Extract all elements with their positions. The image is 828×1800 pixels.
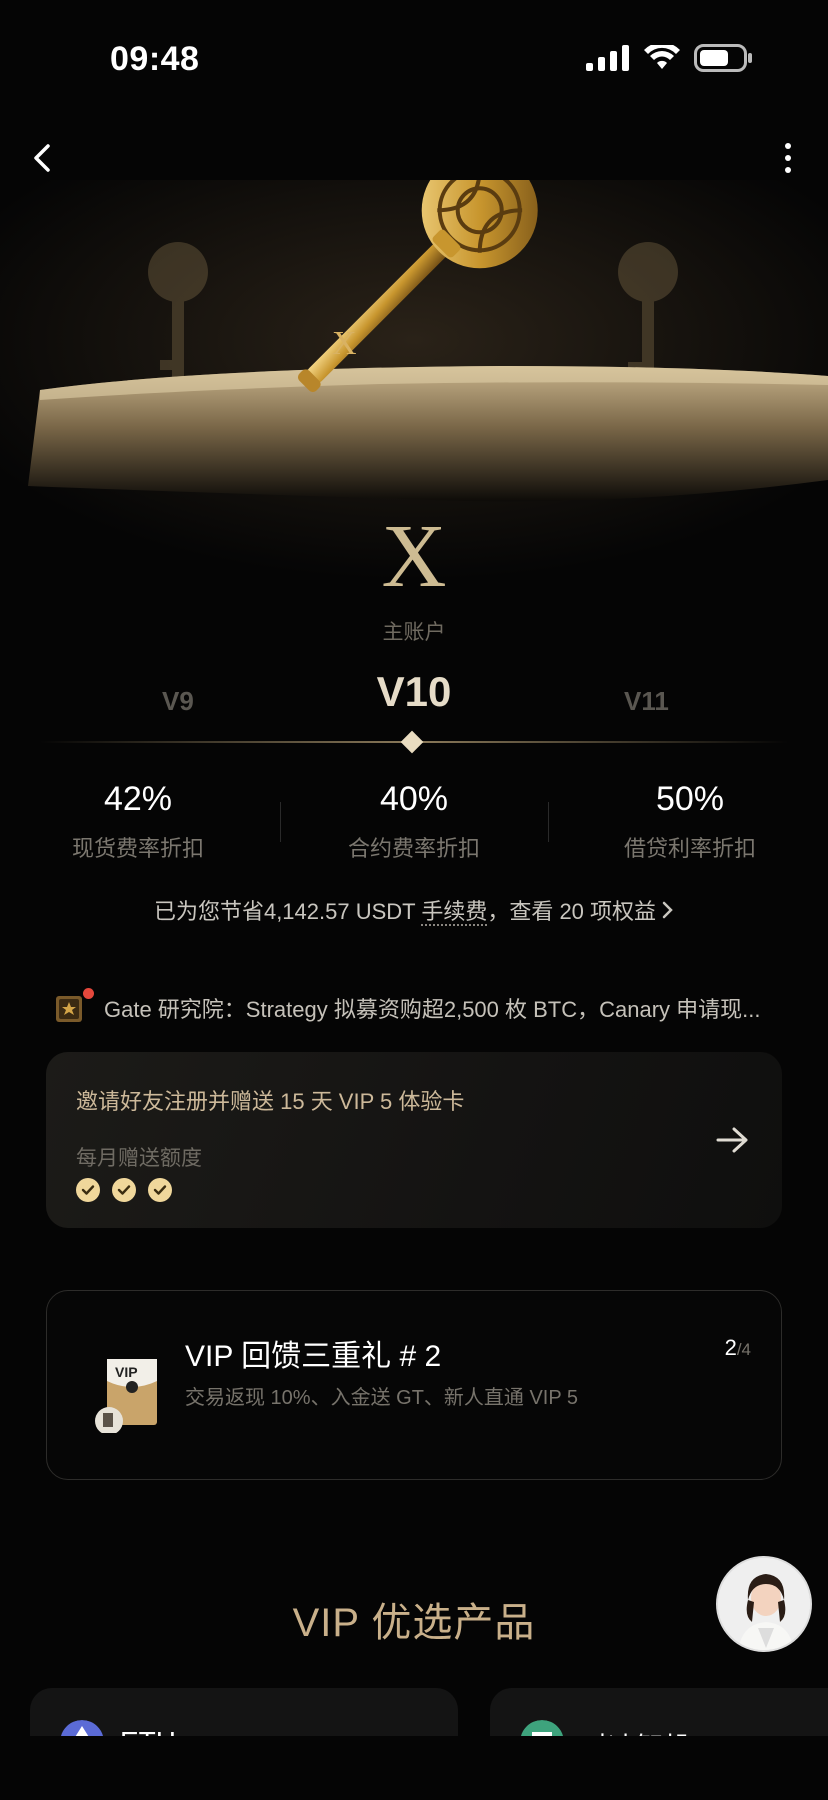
arrow-right-icon[interactable] — [716, 1126, 750, 1154]
tier-emblem: X — [381, 507, 447, 606]
customer-support-avatar[interactable] — [716, 1556, 812, 1652]
account-label: 主账户 — [382, 621, 446, 644]
status-time: 09:48 — [110, 40, 200, 78]
more-options-icon[interactable] — [768, 138, 808, 178]
check-icon — [76, 1178, 100, 1202]
news-headline: Gate 研究院：Strategy 拟募资购超2,500 枚 BTC，Canar… — [104, 997, 761, 1022]
stat-label: 借贷利率折扣 — [623, 836, 756, 861]
stat-spot: 42% 现货费率折扣 — [0, 780, 276, 870]
news-ticker[interactable]: Gate 研究院：Strategy 拟募资购超2,500 枚 BTC，Canar… — [52, 986, 792, 1030]
back-arrow-icon[interactable] — [24, 138, 64, 178]
stat-value: 40% — [379, 780, 449, 818]
vip-promo-card[interactable]: VIP VIP 回馈三重礼 # 2 交易返现 10%、入金送 GT、新人直通 V… — [46, 1290, 782, 1480]
quota-checks — [76, 1178, 172, 1202]
bottom-fade — [0, 1736, 828, 1800]
level-marker — [400, 730, 424, 754]
check-icon — [112, 1178, 136, 1202]
svg-text:VIP: VIP — [115, 1364, 138, 1380]
invite-quota-label: 每月赠送额度 — [76, 1147, 202, 1170]
invite-title: 邀请好友注册并赠送 15 天 VIP 5 体验卡 — [76, 1089, 465, 1114]
stat-divider — [548, 802, 549, 842]
level-next[interactable]: V11 — [624, 686, 669, 717]
pager-current: 2 — [724, 1335, 737, 1360]
chevron-right-icon — [662, 901, 673, 919]
discount-stats: 42% 现货费率折扣 40% 合约费率折扣 50% 借贷利率折扣 — [0, 780, 828, 870]
section-title-vip-products: VIP 优选产品 — [292, 1601, 536, 1645]
stat-label: 合约费率折扣 — [347, 836, 480, 861]
invite-card[interactable]: 邀请好友注册并赠送 15 天 VIP 5 体验卡 每月赠送额度 — [46, 1052, 782, 1228]
vip-promo-pager: 2/4 — [725, 1335, 751, 1361]
fee-link[interactable]: 手续费 — [421, 899, 488, 926]
stat-label: 现货费率折扣 — [71, 836, 204, 861]
savings-amount: 已为您节省4,142.57 USDT — [153, 899, 422, 924]
status-bar: 09:48 — [0, 0, 828, 120]
check-icon — [148, 1178, 172, 1202]
level-current: V10 — [376, 668, 452, 715]
news-scroll-icon — [52, 988, 94, 1026]
stat-futures: 40% 合约费率折扣 — [276, 780, 552, 870]
stat-divider — [280, 802, 281, 842]
notification-dot — [83, 988, 94, 999]
svg-text:X: X — [332, 325, 357, 362]
vip-promo-description: 交易返现 10%、入金送 GT、新人直通 VIP 5 — [185, 1387, 579, 1409]
stat-lending: 50% 借贷利率折扣 — [552, 780, 828, 870]
stat-value: 42% — [103, 780, 173, 818]
benefits-link[interactable]: ，查看 20 项权益 — [487, 899, 656, 924]
vip-gift-icon: VIP — [95, 1359, 157, 1433]
battery-icon — [694, 44, 752, 72]
savings-link[interactable]: 已为您节省4,142.57 USDT 手续费，查看 20 项权益 — [0, 894, 828, 926]
status-icons — [586, 44, 752, 72]
stat-value: 50% — [655, 780, 725, 818]
pager-total: /4 — [736, 1340, 751, 1359]
level-selector: V9 V10 V11 — [0, 668, 828, 728]
cellular-signal-icon — [586, 45, 629, 71]
vip-promo-title: VIP 回馈三重礼 # 2 — [185, 1340, 442, 1373]
wifi-icon — [644, 45, 680, 69]
